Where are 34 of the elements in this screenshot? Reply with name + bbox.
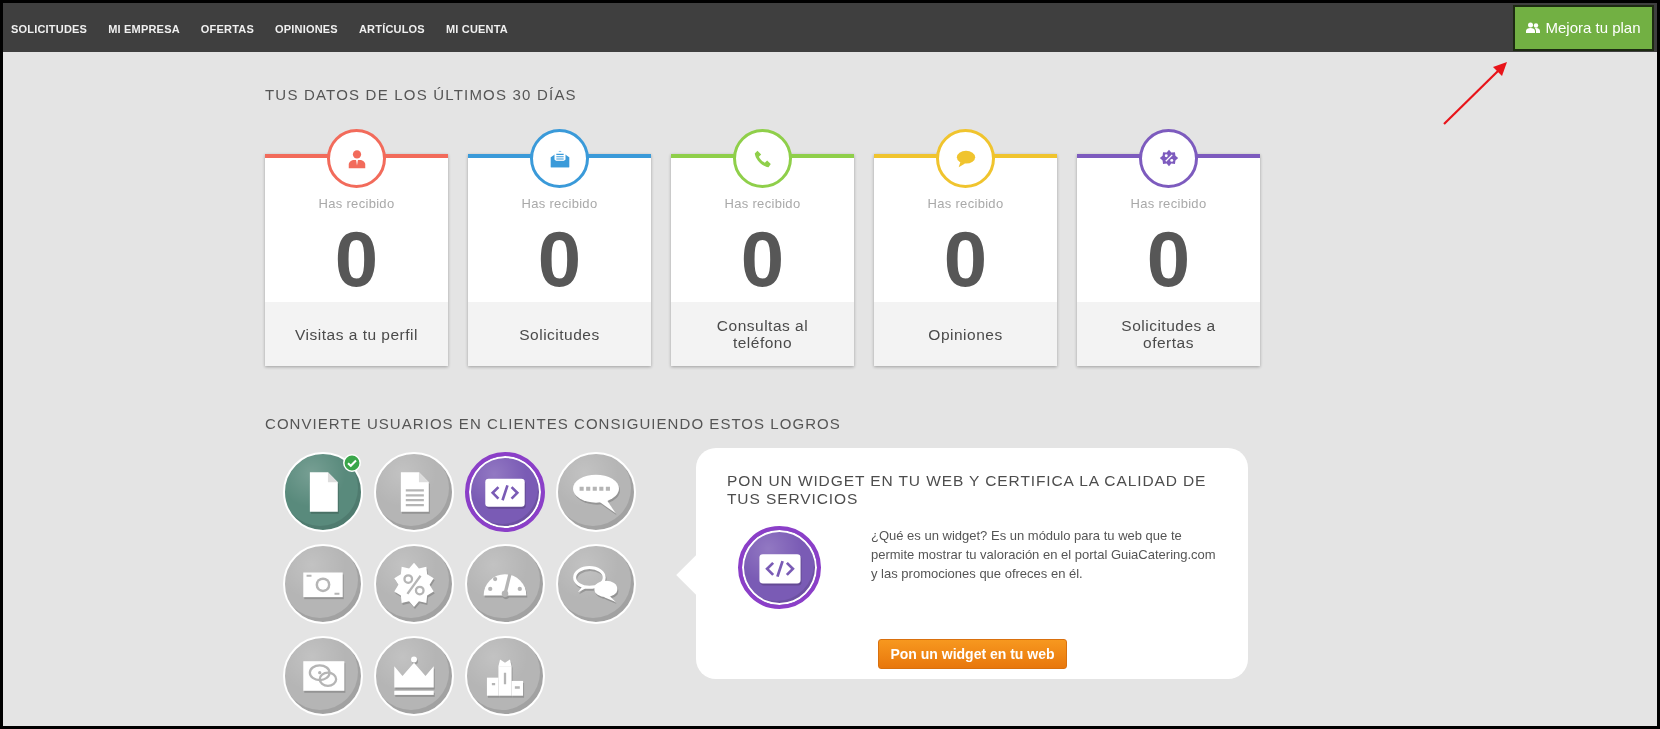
stat-value: 0	[537, 219, 582, 299]
widget-description: ¿Qué es un widget? Es un módulo para tu web que te permite mostrar tu valoración en el portal GuiaCatering.com y las promociones que ofreces en él.	[871, 527, 1217, 583]
envelope-icon	[550, 150, 569, 167]
stat-caption: Has recibido	[1130, 196, 1207, 211]
speech-bubble-icon	[956, 150, 975, 167]
stat-label: Solicitudes	[468, 302, 651, 366]
stat-label: Opiniones	[874, 302, 1057, 366]
nav-link[interactable]: SOLICITUDES	[11, 22, 88, 35]
stat-label: Visitas a tu perfil	[265, 302, 448, 366]
users-icon	[1526, 22, 1541, 33]
nav-link[interactable]: MI EMPRESA	[108, 22, 180, 35]
annotation-arrow	[1443, 62, 1507, 125]
discount-seal-icon	[1159, 149, 1178, 166]
stat-value: 0	[1146, 219, 1191, 299]
stat-caption: Has recibido	[927, 196, 1004, 211]
nav-link[interactable]: ARTÍCULOS	[358, 22, 425, 35]
stat-caption: Has recibido	[318, 196, 395, 211]
phone-icon	[754, 150, 771, 167]
check-icon	[343, 454, 361, 472]
stat-value: 0	[334, 219, 379, 299]
nav-link[interactable]: MI CUENTA	[445, 22, 508, 35]
stat-label: Consultas al teléfono	[671, 302, 854, 366]
stat-caption: Has recibido	[521, 196, 598, 211]
section-title: CONVIERTE USUARIOS EN CLIENTES CONSIGUIENDO ESTOS LOGROS	[265, 415, 842, 433]
section-title: TUS DATOS DE LOS ÚLTIMOS 30 DÍAS	[265, 86, 578, 104]
discount-seal-icon	[391, 561, 437, 607]
stat-value: 0	[943, 219, 988, 299]
widget-heading: PON UN WIDGET EN TU WEB Y CERTIFICA LA CALIDAD DE TUS SERVICIOS	[727, 472, 1208, 508]
person-icon	[348, 149, 365, 168]
nav-link[interactable]: OFERTAS	[200, 22, 254, 35]
stat-caption: Has recibido	[724, 196, 801, 211]
stat-value: 0	[740, 219, 785, 299]
nav-link[interactable]: OPINIONES	[275, 22, 338, 35]
stat-label: Solicitudes a ofertas	[1077, 302, 1260, 366]
